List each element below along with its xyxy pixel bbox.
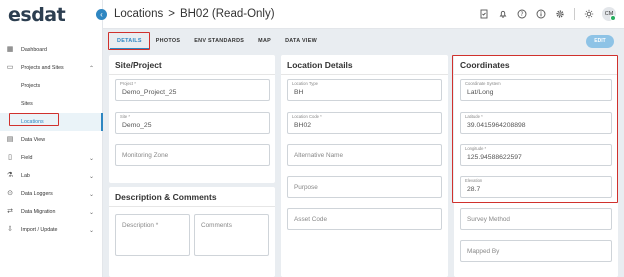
- asset-code-placeholder: Asset Code: [294, 216, 328, 223]
- breadcrumb: Locations > BH02 (Read-Only): [114, 8, 280, 20]
- avatar[interactable]: CM: [602, 7, 616, 21]
- site-field-value: Demo_25: [122, 122, 152, 129]
- tab-photos[interactable]: PHOTOS: [149, 34, 187, 49]
- tab-map[interactable]: MAP: [251, 34, 278, 49]
- chevron-down-icon: ⌄: [88, 209, 94, 216]
- sidebar-item-label: Dashboard: [21, 47, 47, 53]
- alternative-name-field[interactable]: Alternative Name: [287, 144, 442, 166]
- asset-code-field[interactable]: Asset Code: [287, 208, 442, 230]
- location-type-value: BH: [294, 89, 304, 96]
- sidebar-item-projects[interactable]: Projects: [0, 77, 103, 95]
- chevron-down-icon: ⌄: [88, 155, 94, 162]
- page-title: BH02 (Read-Only): [179, 8, 275, 20]
- survey-method-field[interactable]: Survey Method: [460, 208, 612, 230]
- sidebar-item-label: Field: [21, 155, 33, 161]
- location-code-field[interactable]: Location Code * BH02: [287, 112, 442, 134]
- location-code-value: BH02: [294, 122, 312, 129]
- theme-toggle-icon[interactable]: [584, 9, 594, 19]
- sidebar-item-field[interactable]: ▯ Field ⌄: [0, 149, 103, 167]
- edit-button[interactable]: EDIT: [586, 35, 614, 48]
- chevron-down-icon: ⌄: [88, 173, 94, 180]
- project-field-value: Demo_Project_25: [122, 89, 177, 96]
- sidebar-item-label: Lab: [21, 173, 30, 179]
- field-icon: ▯: [8, 154, 12, 161]
- import-icon: ⇩: [7, 226, 13, 233]
- folder-icon: ▭: [6, 64, 14, 71]
- tab-env-standards[interactable]: ENV STANDARDS: [187, 34, 251, 49]
- sidebar-item-label: Sites: [21, 101, 33, 107]
- tab-data-view[interactable]: DATA VIEW: [278, 34, 324, 49]
- chevron-up-icon: ⌃: [88, 65, 94, 72]
- gear-icon[interactable]: [555, 9, 565, 19]
- location-code-label: Location Code *: [292, 114, 322, 119]
- description-field[interactable]: Description *: [115, 214, 190, 256]
- divider: [109, 206, 275, 207]
- details-tab-highlight-box: [108, 32, 150, 50]
- logger-icon: ⊙: [7, 190, 13, 197]
- monitoring-zone-placeholder: Monitoring Zone: [122, 152, 169, 159]
- sidebar-item-data-view[interactable]: ▤ Data View: [0, 131, 103, 149]
- table-icon: ▤: [6, 136, 14, 143]
- flask-icon: ⚗: [6, 172, 14, 179]
- purpose-field[interactable]: Purpose: [287, 176, 442, 198]
- logo-text: esdat: [8, 4, 66, 26]
- esdat-logo[interactable]: esdat: [8, 4, 66, 26]
- bell-icon[interactable]: [498, 9, 508, 19]
- sidebar-item-label: Data Migration: [21, 209, 56, 215]
- survey-method-placeholder: Survey Method: [467, 216, 510, 223]
- sidebar-item-dashboard[interactable]: ▦ Dashboard: [0, 41, 103, 59]
- project-field[interactable]: Project * Demo_Project_25: [115, 79, 270, 101]
- mapped-by-placeholder: Mapped By: [467, 248, 500, 255]
- breadcrumb-separator: >: [168, 8, 175, 20]
- coordinates-highlight-box: [452, 55, 618, 203]
- purpose-placeholder: Purpose: [294, 184, 318, 191]
- mapped-by-field[interactable]: Mapped By: [460, 240, 612, 262]
- chevron-down-icon: ⌄: [88, 191, 94, 198]
- sidebar-item-label: Data Loggers: [21, 191, 53, 197]
- site-field[interactable]: Site * Demo_25: [115, 112, 270, 134]
- collapse-sidebar-button[interactable]: ‹: [96, 9, 107, 20]
- location-type-field[interactable]: Location Type BH: [287, 79, 442, 101]
- locations-highlight-box: [9, 113, 59, 126]
- divider: [574, 8, 575, 20]
- location-type-label: Location Type: [292, 81, 318, 86]
- card-title: Site/Project: [115, 60, 162, 70]
- info-icon[interactable]: [536, 9, 546, 19]
- sidebar-item-label: Projects: [21, 83, 41, 89]
- description-placeholder: Description *: [122, 222, 159, 229]
- comments-placeholder: Comments: [201, 222, 232, 229]
- checklist-icon[interactable]: [479, 9, 489, 19]
- sidebar-item-import-update[interactable]: ⇩ Import / Update ⌄: [0, 221, 103, 239]
- breadcrumb-locations[interactable]: Locations: [114, 8, 163, 20]
- description-card: Description & Comments Description * Com…: [109, 187, 275, 277]
- sidebar-item-label: Data View: [21, 137, 46, 143]
- sidebar-nav: ▦ Dashboard ▭ Projects and Sites ⌃ Proje…: [0, 41, 103, 239]
- sidebar-item-data-migration[interactable]: ⇄ Data Migration ⌄: [0, 203, 103, 221]
- location-details-card: Location Details Location Type BH Locati…: [281, 55, 448, 277]
- sidebar-item-lab[interactable]: ⚗ Lab ⌄: [0, 167, 103, 185]
- alternative-name-placeholder: Alternative Name: [294, 152, 344, 159]
- comments-field[interactable]: Comments: [194, 214, 269, 256]
- svg-text:?: ?: [520, 11, 523, 18]
- monitoring-zone-field[interactable]: Monitoring Zone: [115, 144, 270, 166]
- site-field-label: Site *: [120, 114, 131, 119]
- sidebar: esdat ▦ Dashboard ▭ Projects and Sites ⌃…: [0, 0, 103, 277]
- help-icon[interactable]: ?: [517, 9, 527, 19]
- card-title: Location Details: [287, 60, 353, 70]
- project-field-label: Project *: [120, 81, 136, 86]
- sidebar-item-sites[interactable]: Sites: [0, 95, 103, 113]
- sidebar-item-data-loggers[interactable]: ⊙ Data Loggers ⌄: [0, 185, 103, 203]
- dashboard-icon: ▦: [6, 46, 14, 53]
- sidebar-item-label: Projects and Sites: [21, 65, 64, 71]
- sidebar-item-label: Import / Update: [21, 227, 58, 233]
- migration-icon: ⇄: [7, 208, 13, 215]
- divider: [281, 74, 448, 75]
- divider: [109, 74, 275, 75]
- top-bar: Locations > BH02 (Read-Only) ? CM: [103, 0, 624, 29]
- site-project-card: Site/Project Project * Demo_Project_25 S…: [109, 55, 275, 183]
- sidebar-item-projects-and-sites[interactable]: ▭ Projects and Sites ⌃: [0, 59, 103, 77]
- card-title: Description & Comments: [115, 192, 217, 202]
- chevron-down-icon: ⌄: [88, 227, 94, 234]
- top-icons: ? CM: [470, 7, 616, 21]
